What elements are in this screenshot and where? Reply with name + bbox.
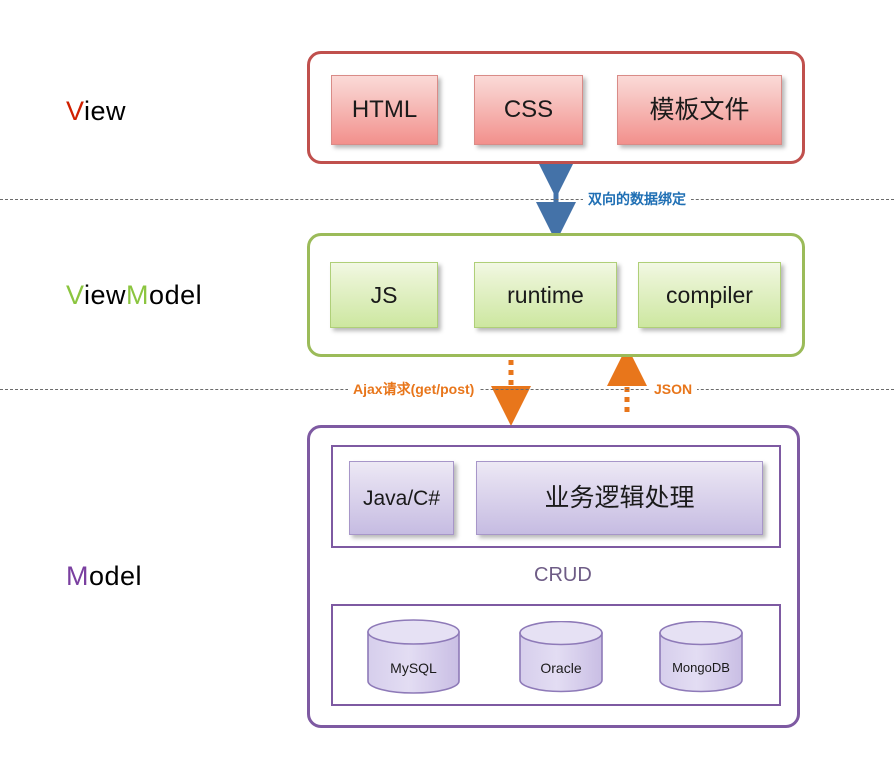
layer-label-view-rest: iew <box>84 96 127 126</box>
viewmodel-item-runtime-label: runtime <box>507 281 584 308</box>
database-mysql[interactable]: MySQL <box>366 619 461 694</box>
layer-label-view-accent: V <box>66 96 85 126</box>
database-oracle-label: Oracle <box>540 660 582 676</box>
view-item-html[interactable]: HTML <box>331 75 438 145</box>
database-mongodb[interactable]: MongoDB <box>658 620 744 693</box>
view-item-css-label: CSS <box>503 96 554 123</box>
database-oracle[interactable]: Oracle <box>518 620 604 693</box>
view-item-html-label: HTML <box>351 96 418 123</box>
crud-label-text: CRUD <box>534 564 592 586</box>
cylinder-icon <box>367 619 460 694</box>
database-mysql-label: MySQL <box>390 660 437 676</box>
crud-label: CRUD <box>534 565 592 585</box>
layer-label-viewmodel-rest: odel <box>149 280 203 310</box>
database-mongodb-label: MongoDB <box>672 660 730 675</box>
model-item-java-csharp[interactable]: Java/C# <box>349 461 454 535</box>
ajax-request-label: Ajax请求(get/post) <box>348 381 480 397</box>
model-item-java-csharp-label: Java/C# <box>362 486 441 510</box>
viewmodel-item-js-label: JS <box>370 281 398 308</box>
viewmodel-item-compiler[interactable]: compiler <box>638 262 781 328</box>
json-response-label: JSON <box>649 381 698 397</box>
cylinder-icon <box>659 620 743 693</box>
viewmodel-item-runtime[interactable]: runtime <box>474 262 617 328</box>
layer-label-viewmodel-accent-v: V <box>66 280 85 310</box>
json-response-label-text: JSON <box>654 381 693 397</box>
model-item-business-logic[interactable]: 业务逻辑处理 <box>476 461 763 535</box>
view-item-template-files-label: 模板文件 <box>649 95 750 124</box>
diagram-canvas: View HTML CSS 模板文件 双向的数据绑定 ViewModel JS … <box>0 0 894 775</box>
layer-label-viewmodel-accent-m: M <box>126 280 150 310</box>
layer-label-viewmodel: ViewModel <box>66 282 202 309</box>
viewmodel-item-compiler-label: compiler <box>666 281 753 308</box>
view-item-css[interactable]: CSS <box>474 75 583 145</box>
divider-view-viewmodel <box>0 199 894 200</box>
layer-label-view: View <box>66 98 126 125</box>
view-item-template-files[interactable]: 模板文件 <box>617 75 782 145</box>
ajax-request-label-text: Ajax请求(get/post) <box>353 381 475 397</box>
layer-label-model-accent: M <box>66 561 89 591</box>
binding-arrow-label: 双向的数据绑定 <box>583 192 691 206</box>
layer-label-model-rest: odel <box>89 561 143 591</box>
layer-label-model: Model <box>66 563 142 590</box>
binding-arrow-label-text: 双向的数据绑定 <box>588 191 686 207</box>
cylinder-icon <box>519 620 603 693</box>
model-item-business-logic-label: 业务逻辑处理 <box>544 483 695 512</box>
viewmodel-item-js[interactable]: JS <box>330 262 438 328</box>
layer-label-viewmodel-mid: iew <box>84 280 127 310</box>
